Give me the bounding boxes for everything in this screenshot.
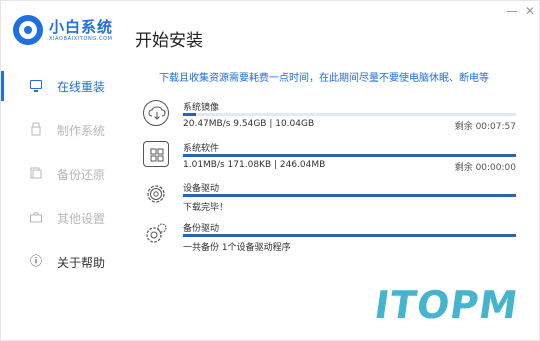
sidebar: 在线重装 制作系统 备份还原 其他设置 ⓘ 关于帮助 bbox=[1, 61, 119, 341]
minimize-button[interactable]: — bbox=[505, 5, 519, 17]
usb-icon bbox=[29, 122, 43, 136]
installer-window: 小白系统 XIAOBAIXITONG.COM 开始安装 — ✕ 在线重装 制作系… bbox=[0, 0, 540, 341]
close-button[interactable]: ✕ bbox=[523, 5, 537, 17]
monitor-icon bbox=[29, 78, 43, 92]
task-detail: 一共备份 1个设备驱动程序 bbox=[183, 243, 291, 253]
progress-fill bbox=[183, 113, 197, 116]
task-system-software: 系统软件 1.01MB/s 171.08KB | 246.04MB 剩余 00:… bbox=[143, 141, 519, 177]
active-indicator bbox=[1, 71, 4, 101]
gear-icon bbox=[143, 181, 169, 207]
task-name: 系统软件 bbox=[183, 144, 220, 154]
sidebar-item-make-system[interactable]: 制作系统 bbox=[1, 117, 119, 143]
task-remaining: 剩余 00:07:57 bbox=[454, 122, 516, 132]
progress-track bbox=[183, 194, 516, 197]
task-name: 设备驱动 bbox=[183, 184, 220, 194]
progress-track bbox=[183, 113, 516, 116]
sidebar-item-other-settings[interactable]: 其他设置 bbox=[1, 205, 119, 231]
logo-subtitle: XIAOBAIXITONG.COM bbox=[49, 36, 113, 42]
task-detail: 20.47MB/s 9.54GB | 10.04GB bbox=[183, 119, 315, 129]
logo-name: 小白系统 bbox=[49, 18, 114, 36]
toolbox-icon bbox=[29, 210, 43, 224]
sidebar-item-label: 关于帮助 bbox=[57, 256, 106, 270]
sidebar-item-online-reinstall[interactable]: 在线重装 bbox=[1, 71, 119, 101]
watermark-logo: ITOPM bbox=[371, 283, 522, 327]
sidebar-item-label: 其他设置 bbox=[57, 212, 106, 226]
sidebar-item-label: 制作系统 bbox=[57, 124, 106, 138]
progress-fill bbox=[183, 194, 516, 197]
task-detail: 1.01MB/s 171.08KB | 246.04MB bbox=[183, 160, 326, 170]
sidebar-item-label: 在线重装 bbox=[57, 80, 106, 94]
sidebar-item-backup-restore[interactable]: 备份还原 bbox=[1, 161, 119, 187]
backup-icon bbox=[29, 166, 43, 180]
notice-text: 下载且收集资源需要耗费一点时间，在此期间尽量不要使电脑休眠、断电等 bbox=[159, 73, 489, 84]
progress-fill bbox=[183, 234, 516, 237]
cloud-download-icon bbox=[143, 100, 169, 126]
sidebar-item-about-help[interactable]: ⓘ 关于帮助 bbox=[1, 249, 119, 275]
task-detail: 下载完毕！ bbox=[183, 203, 229, 213]
progress-track bbox=[183, 154, 516, 157]
app-logo: 小白系统 XIAOBAIXITONG.COM bbox=[13, 15, 123, 47]
gears-icon bbox=[143, 221, 169, 247]
apps-icon bbox=[143, 141, 169, 167]
task-system-image: 系统镜像 20.47MB/s 9.54GB | 10.04GB 剩余 00:07… bbox=[143, 100, 519, 136]
task-name: 备份驱动 bbox=[183, 224, 220, 234]
progress-fill bbox=[183, 154, 516, 157]
task-name: 系统镜像 bbox=[183, 103, 220, 113]
page-title: 开始安装 bbox=[135, 31, 203, 51]
progress-track bbox=[183, 234, 516, 237]
task-remaining: 剩余 00:00:00 bbox=[454, 163, 516, 173]
sidebar-item-label: 备份还原 bbox=[57, 168, 106, 182]
task-backup-driver: 备份驱动 一共备份 1个设备驱动程序 bbox=[143, 221, 519, 257]
task-device-driver: 设备驱动 下载完毕！ bbox=[143, 181, 519, 217]
logo-badge-icon bbox=[13, 15, 43, 45]
info-icon: ⓘ bbox=[29, 254, 42, 268]
